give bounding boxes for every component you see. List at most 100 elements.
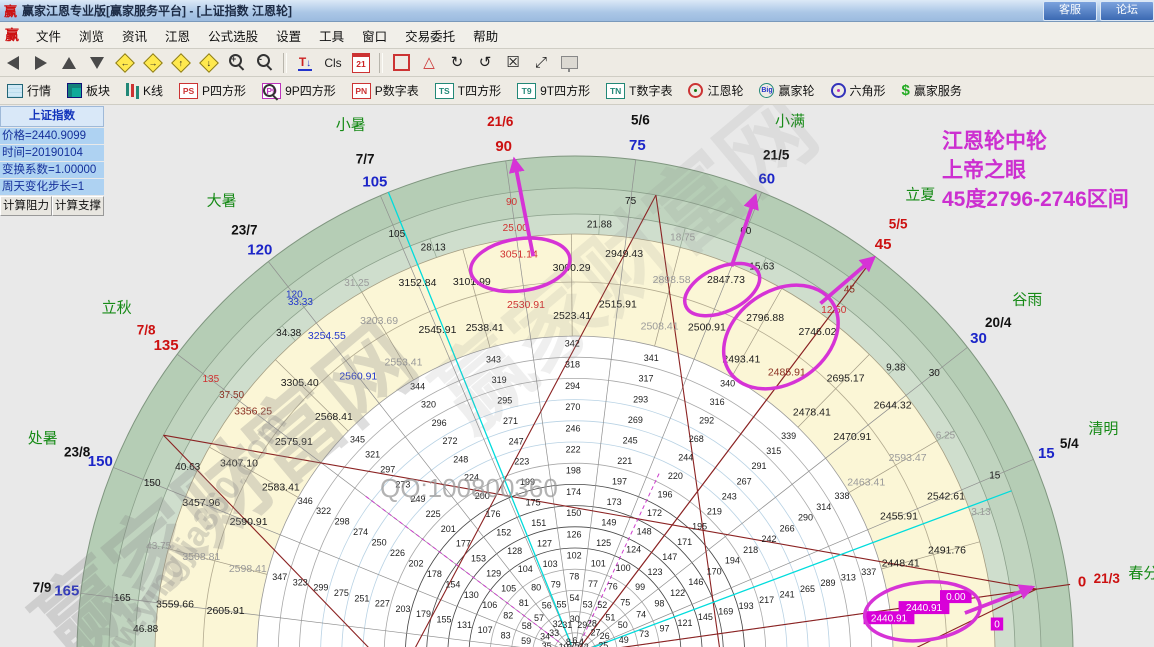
menu-item-帮助[interactable]: 帮助 xyxy=(464,22,507,49)
svg-text:9.38: 9.38 xyxy=(886,362,906,373)
svg-text:151: 151 xyxy=(531,518,546,528)
svg-text:193: 193 xyxy=(739,601,754,611)
panel-row-0[interactable]: 价格=2440.9099 xyxy=(0,128,104,144)
svg-text:21/3: 21/3 xyxy=(1094,571,1121,586)
note-line-2: 上帝之眼 xyxy=(942,156,1129,185)
svg-text:338: 338 xyxy=(834,491,849,501)
svg-text:80: 80 xyxy=(531,582,541,592)
svg-text:250: 250 xyxy=(372,538,387,548)
zoom-in-icon[interactable]: + xyxy=(224,50,250,76)
svg-text:51: 51 xyxy=(605,612,615,622)
svg-text:2485.91: 2485.91 xyxy=(768,367,806,379)
svg-text:77: 77 xyxy=(588,579,598,589)
tool-六角形[interactable]: 六角形 xyxy=(824,79,893,103)
svg-text:321: 321 xyxy=(365,450,380,460)
svg-text:130: 130 xyxy=(464,590,479,600)
svg-text:大暑: 大暑 xyxy=(207,193,237,210)
pan-up-icon[interactable]: ↑ xyxy=(168,50,194,76)
svg-text:135: 135 xyxy=(202,374,219,385)
tool-赢家轮[interactable]: Big赢家轮 xyxy=(752,79,821,103)
main-toolbar: ←→↑↓+-T↓Cls21 △↻↺☒⤢ xyxy=(0,49,1154,77)
tool-行情[interactable]: 行情 xyxy=(0,79,58,103)
svg-text:2440.91: 2440.91 xyxy=(906,603,943,614)
rect-tool-icon[interactable] xyxy=(388,50,414,76)
up-icon[interactable] xyxy=(56,50,82,76)
svg-text:45: 45 xyxy=(844,284,856,295)
down-icon[interactable] xyxy=(84,50,110,76)
svg-text:33.33: 33.33 xyxy=(288,297,313,308)
tool-T四方形[interactable]: TST四方形 xyxy=(428,79,508,103)
panel-row-2[interactable]: 变换系数=1.00000 xyxy=(0,162,104,178)
tool-K线[interactable]: K线 xyxy=(119,79,170,103)
svg-text:54: 54 xyxy=(569,593,579,603)
menu-item-交易委托[interactable]: 交易委托 xyxy=(396,22,464,49)
fit-screen-icon[interactable]: ⤢ xyxy=(528,50,554,76)
menu-item-江恩[interactable]: 江恩 xyxy=(156,22,199,49)
zoom-out-icon[interactable]: - xyxy=(252,50,278,76)
box-select-icon[interactable]: ☒ xyxy=(500,50,526,76)
menu-item-资讯[interactable]: 资讯 xyxy=(113,22,156,49)
tool-赢家服务[interactable]: $赢家服务 xyxy=(895,79,969,103)
calc-support-button[interactable]: 计算支撑 xyxy=(52,196,104,216)
back-icon[interactable] xyxy=(0,50,26,76)
calc-resistance-button[interactable]: 计算阻力 xyxy=(0,196,52,216)
tool-T数字表[interactable]: TNT数字表 xyxy=(599,79,679,103)
svg-text:341: 341 xyxy=(644,353,659,363)
svg-text:2463.41: 2463.41 xyxy=(847,476,885,488)
menu-item-浏览[interactable]: 浏览 xyxy=(70,22,113,49)
tool-板块[interactable]: 板块 xyxy=(60,79,117,103)
panel-row-3[interactable]: 周天变化步长=1 xyxy=(0,179,104,195)
tool-9T四方形[interactable]: T99T四方形 xyxy=(510,79,597,103)
svg-text:153: 153 xyxy=(471,554,486,564)
svg-text:106: 106 xyxy=(482,600,497,610)
svg-text:2493.41: 2493.41 xyxy=(722,354,760,366)
svg-text:218: 218 xyxy=(743,545,758,555)
menu-item-公式选股[interactable]: 公式选股 xyxy=(199,22,267,49)
tool-P四方形[interactable]: PSP四方形 xyxy=(172,79,253,103)
gann-wheel-chart[interactable]: 1234567891011121323242526272829303132333… xyxy=(0,105,1154,647)
menu-item-工具[interactable]: 工具 xyxy=(310,22,353,49)
tools-toolbar: 行情板块K线PSP四方形P99P四方形PNP数字表TST四方形T99T四方形TN… xyxy=(0,77,1154,105)
svg-text:立秋: 立秋 xyxy=(102,300,132,317)
titlebar-buttons: 客服 论坛 xyxy=(1043,1,1154,21)
rotate-ccw-icon[interactable]: ↺ xyxy=(472,50,498,76)
svg-text:105: 105 xyxy=(388,229,405,240)
pan-left-icon[interactable]: ← xyxy=(112,50,138,76)
grid-icon xyxy=(7,84,23,98)
rotate-cw-icon[interactable]: ↻ xyxy=(444,50,470,76)
note-line-1: 江恩轮中轮 xyxy=(942,127,1129,156)
svg-text:170: 170 xyxy=(707,566,722,576)
forum-button[interactable]: 论坛 xyxy=(1100,1,1154,21)
menu-item-文件[interactable]: 文件 xyxy=(27,22,70,49)
customer-service-button[interactable]: 客服 xyxy=(1043,1,1097,21)
toolbar-separator xyxy=(379,53,383,73)
calendar-icon[interactable]: 21 xyxy=(348,50,374,76)
pan-down-icon[interactable]: ↓ xyxy=(196,50,222,76)
dollar-icon: $ xyxy=(902,82,910,99)
svg-text:23/7: 23/7 xyxy=(231,222,257,237)
svg-text:291: 291 xyxy=(751,461,766,471)
menu-item-设置[interactable]: 设置 xyxy=(267,22,310,49)
svg-text:337: 337 xyxy=(861,567,876,577)
presentation-icon[interactable] xyxy=(556,50,582,76)
panel-row-1[interactable]: 时间=20190104 xyxy=(0,145,104,161)
tool-P数字表[interactable]: PNP数字表 xyxy=(345,79,426,103)
svg-text:49: 49 xyxy=(619,635,629,645)
svg-text:198: 198 xyxy=(566,466,581,476)
cls-icon[interactable]: Cls xyxy=(320,50,346,76)
pan-right-icon[interactable]: → xyxy=(140,50,166,76)
svg-text:323: 323 xyxy=(293,577,308,587)
time-axis-icon[interactable]: T↓ xyxy=(292,50,318,76)
tool-江恩轮[interactable]: 江恩轮 xyxy=(681,79,750,103)
blocks-icon xyxy=(67,83,82,98)
svg-text:立夏: 立夏 xyxy=(905,187,935,204)
forward-icon[interactable] xyxy=(28,50,54,76)
svg-text:28: 28 xyxy=(587,618,597,628)
svg-text:201: 201 xyxy=(441,524,456,534)
triangle-tool-icon[interactable]: △ xyxy=(416,50,442,76)
svg-text:79: 79 xyxy=(551,579,561,589)
tool-9P四方形[interactable]: P99P四方形 xyxy=(255,79,343,103)
svg-text:246: 246 xyxy=(565,423,580,433)
svg-text:2644.32: 2644.32 xyxy=(874,400,912,412)
menu-item-窗口[interactable]: 窗口 xyxy=(353,22,396,49)
